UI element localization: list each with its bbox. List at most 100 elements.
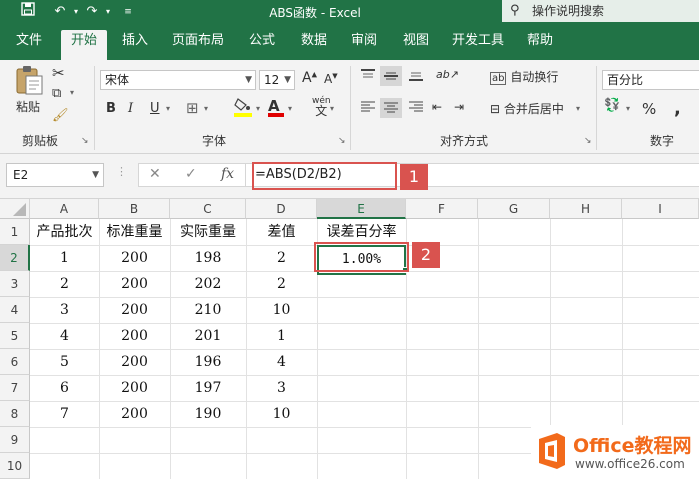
bold-button[interactable]: B [106,101,116,116]
tab-file[interactable]: 文件 [8,31,50,60]
tab-insert[interactable]: 插入 [115,31,155,60]
column-header-f[interactable]: F [406,199,478,219]
copy-icon[interactable]: ⧉ [52,86,61,101]
table-cell[interactable]: 7 [30,401,99,427]
paste-button[interactable]: 粘贴 [14,64,44,114]
table-cell[interactable]: 200 [99,349,170,375]
table-cell[interactable]: 196 [170,349,246,375]
save-icon[interactable] [18,2,38,22]
table-cell[interactable]: 201 [170,323,246,349]
accounting-format-icon[interactable]: 💱 [604,98,620,113]
align-right-icon[interactable] [408,100,424,117]
italic-button[interactable]: I [128,101,133,116]
fill-dropdown-icon[interactable]: ▾ [256,104,260,113]
tab-developer[interactable]: 开发工具 [446,31,510,60]
align-bottom-icon[interactable] [408,68,424,85]
column-header-d[interactable]: D [246,199,317,219]
decrease-font-button[interactable]: A▼ [324,72,338,86]
cut-icon[interactable]: ✂ [52,64,65,82]
row-header-8[interactable]: 8 [0,401,30,427]
table-cell[interactable]: 4 [30,323,99,349]
table-cell[interactable]: 5 [30,349,99,375]
row-header-4[interactable]: 4 [0,297,30,323]
header-cell-b1[interactable]: 标准重量 [99,219,170,245]
table-cell[interactable]: 2 [30,271,99,297]
table-cell[interactable]: 10 [246,297,317,323]
table-cell[interactable]: 200 [99,401,170,427]
insert-function-icon[interactable]: fx [221,166,234,182]
font-size-select[interactable]: 12 ▼ [259,70,295,90]
row-header-3[interactable]: 3 [0,271,30,297]
tab-formulas[interactable]: 公式 [242,31,282,60]
table-cell[interactable]: 1 [246,323,317,349]
column-header-b[interactable]: B [99,199,170,219]
row-header-6[interactable]: 6 [0,349,30,375]
row-header-10[interactable]: 10 [0,453,30,479]
name-box[interactable]: E2 ▼ [6,163,104,187]
copy-dropdown-icon[interactable]: ▾ [70,88,74,97]
table-cell[interactable]: 2 [246,271,317,297]
column-header-c[interactable]: C [170,199,246,219]
table-cell[interactable]: 1 [30,245,99,271]
customize-toolbar-icon[interactable]: ≡ [118,2,138,22]
table-cell[interactable]: 200 [99,375,170,401]
row-header-9[interactable]: 9 [0,427,30,453]
row-header-5[interactable]: 5 [0,323,30,349]
underline-button[interactable]: U [150,101,160,116]
font-launcher-icon[interactable]: ↘ [338,136,346,146]
format-painter-icon[interactable]: 🖌 [52,108,69,123]
table-cell[interactable]: 197 [170,375,246,401]
header-cell-c1[interactable]: 实际重量 [170,219,246,245]
increase-indent-icon[interactable]: ⇥ [454,100,464,114]
header-cell-a1[interactable]: 产品批次 [30,219,99,245]
align-left-icon[interactable] [360,100,376,117]
table-cell[interactable]: 200 [99,323,170,349]
tab-data[interactable]: 数据 [294,31,334,60]
increase-font-button[interactable]: A▲ [302,70,317,86]
table-cell[interactable]: 200 [99,297,170,323]
row-header-7[interactable]: 7 [0,375,30,401]
wrap-text-button[interactable]: ab 自动换行 [490,68,558,85]
phonetic-button[interactable]: wén 文 [312,96,331,117]
phonetic-dropdown-icon[interactable]: ▾ [330,104,334,113]
tab-view[interactable]: 视图 [396,31,436,60]
table-cell[interactable]: 200 [99,245,170,271]
header-cell-d1[interactable]: 差值 [246,219,317,245]
merge-dropdown-icon[interactable]: ▾ [576,104,580,113]
borders-icon[interactable]: ⊞ [186,99,199,117]
clipboard-launcher-icon[interactable]: ↘ [81,136,89,146]
table-cell[interactable]: 3 [30,297,99,323]
enter-icon[interactable]: ✓ [185,166,197,182]
align-center-icon[interactable] [380,98,402,118]
align-top-icon[interactable] [360,68,376,85]
tab-page-layout[interactable]: 页面布局 [168,31,228,60]
decrease-indent-icon[interactable]: ⇤ [432,100,442,114]
cancel-icon[interactable]: ✕ [149,166,161,182]
table-cell[interactable]: 10 [246,401,317,427]
tab-review[interactable]: 审阅 [344,31,384,60]
merge-center-button[interactable]: ⊟ 合并后居中 [490,100,564,117]
table-cell[interactable]: 2 [246,245,317,271]
table-cell[interactable]: 4 [246,349,317,375]
column-header-h[interactable]: H [550,199,622,219]
orientation-button[interactable]: ab↗ [436,68,459,81]
column-header-e[interactable]: E [317,199,406,219]
column-header-a[interactable]: A [30,199,99,219]
tell-me-search[interactable]: ⚲ 操作说明搜索 [502,0,699,22]
redo-dropdown-icon[interactable]: ▾ [98,2,118,22]
font-color-dropdown-icon[interactable]: ▾ [288,104,292,113]
table-cell[interactable]: 210 [170,297,246,323]
align-middle-icon[interactable] [380,66,402,86]
table-cell[interactable]: 190 [170,401,246,427]
number-format-select[interactable]: 百分比 [602,70,699,90]
tab-help[interactable]: 帮助 [519,31,561,60]
borders-dropdown-icon[interactable]: ▾ [204,104,208,113]
row-header-1[interactable]: 1 [0,219,30,245]
column-header-g[interactable]: G [478,199,550,219]
accounting-dropdown-icon[interactable]: ▾ [626,104,630,113]
select-all-corner[interactable] [0,199,30,219]
font-name-select[interactable]: 宋体 ▼ [100,70,256,90]
column-header-i[interactable]: I [622,199,699,219]
tab-home[interactable]: 开始 [61,30,107,60]
row-header-2[interactable]: 2 [0,245,30,271]
